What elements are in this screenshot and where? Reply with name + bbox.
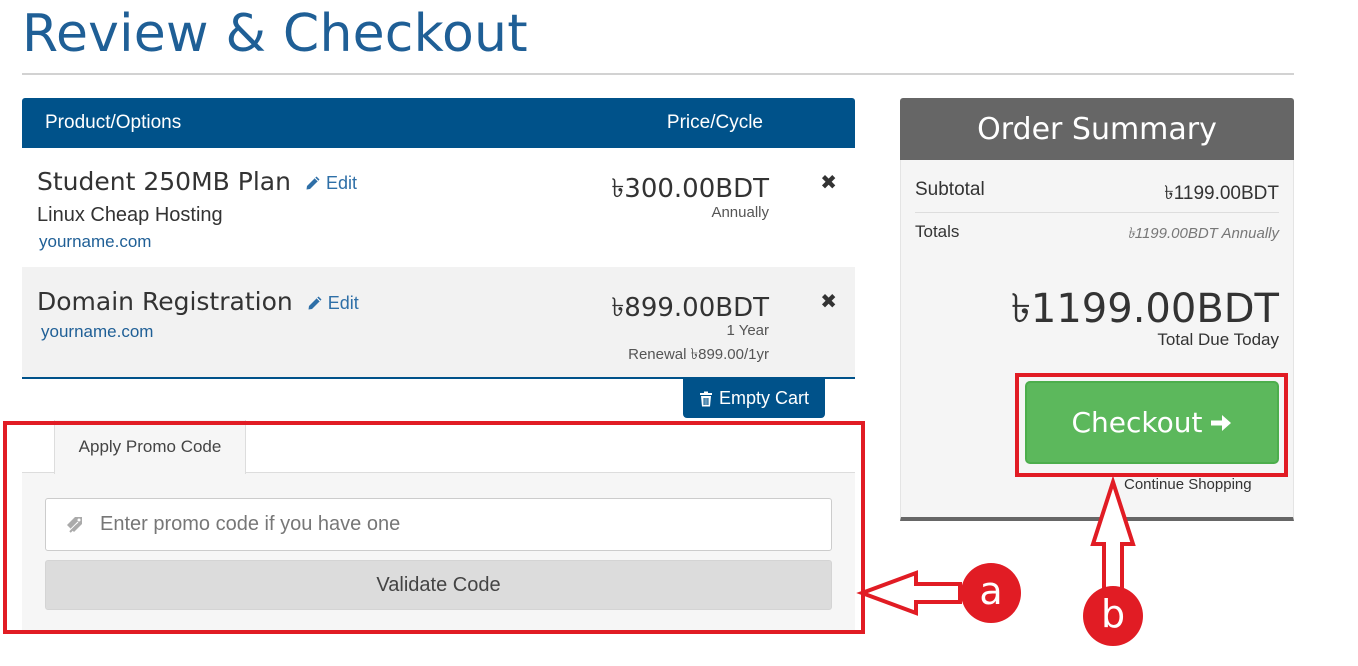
summary-divider [915,212,1279,213]
annotation-box-a [3,421,865,634]
page-title: Review & Checkout [22,4,528,64]
trash-icon [699,391,712,406]
remove-item-button[interactable]: ✖ [820,289,837,314]
totals-value: ৳1199.00BDT Annually [1127,225,1279,242]
continue-shopping-link[interactable]: Continue Shopping [1124,476,1252,493]
column-header-product: Product/Options [45,112,182,133]
item-name: Student 250MB Plan Edit [37,167,357,196]
item-renewal: Renewal ৳899.00/1yr [628,346,769,363]
cart-item-domain: Domain Registration Edit yourname.com ৳89… [22,267,855,377]
annotation-badge-b: b [1083,586,1143,646]
item-group: Linux Cheap Hosting [37,204,223,226]
edit-link[interactable]: Edit [305,173,357,194]
close-icon: ✖ [820,291,837,313]
annotation-box-b [1015,373,1288,477]
item-domain: yourname.com [41,322,154,341]
order-summary-title: Order Summary [900,98,1294,160]
item-name-text: Domain Registration [37,287,293,316]
close-icon: ✖ [820,172,837,194]
annotation-badge-a: a [961,563,1021,623]
remove-item-button[interactable]: ✖ [820,170,837,195]
item-name: Domain Registration Edit [37,287,359,316]
item-cycle: Annually [711,204,769,221]
empty-cart-button[interactable]: Empty Cart [683,379,825,418]
item-domain: yourname.com [39,232,152,251]
totals-label: Totals [915,222,960,241]
empty-cart-label: Empty Cart [718,388,810,408]
subtotal-value: ৳1199.00BDT [1164,183,1279,204]
column-header-price: Price/Cycle [666,112,763,133]
item-cycle: 1 Year [726,322,769,339]
item-name-text: Student 250MB Plan [37,167,291,196]
subtotal-label: Subtotal [915,179,985,200]
cart-item-hosting: Student 250MB Plan Edit Linux Cheap Hosti… [22,148,855,267]
pencil-icon [308,296,322,310]
annotation-arrow-a [856,570,962,616]
edit-link[interactable]: Edit [307,293,359,314]
title-divider [22,73,1294,75]
cart-table-header: Product/Options Price/Cycle [22,98,855,148]
pencil-icon [306,176,320,190]
total-due-label: Total Due Today [1157,330,1279,349]
